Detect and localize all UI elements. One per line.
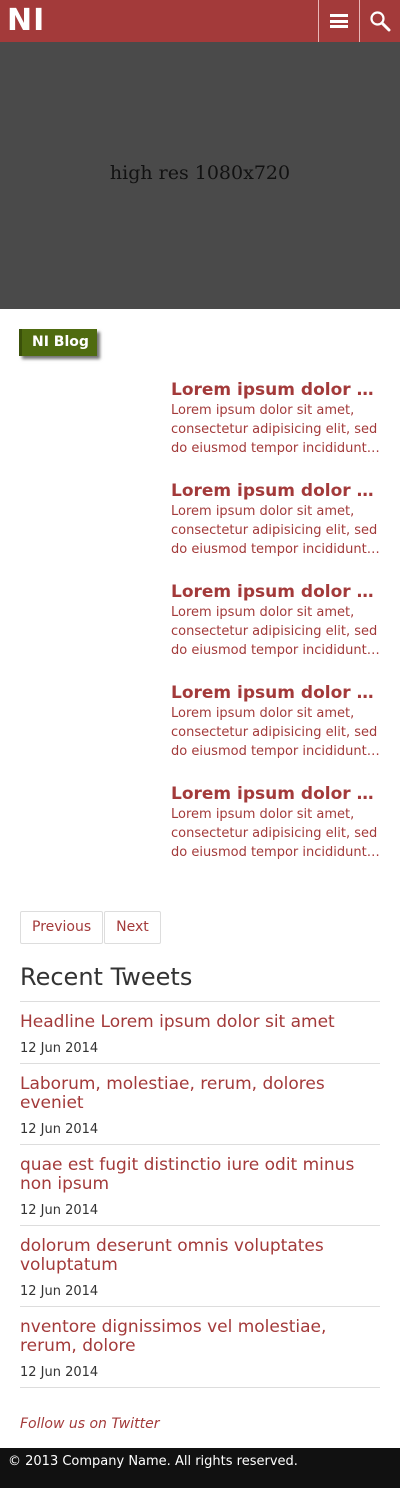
recent-tweets-section: Recent Tweets Headline Lorem ipsum dolor… (0, 963, 400, 1432)
post-excerpt: Lorem ipsum dolor sit amet, consectetur … (171, 706, 382, 759)
tweet-link[interactable]: Laborum, molestiae, rerum, dolores eveni… (20, 1075, 380, 1113)
tweet-item: Headline Lorem ipsum dolor sit amet 12 J… (20, 1002, 380, 1064)
post-title[interactable]: Lorem ipsum dolor sit amet (171, 379, 382, 401)
recent-tweets-heading: Recent Tweets (20, 963, 380, 1002)
menu-button[interactable] (318, 0, 359, 42)
hero-placeholder-text: high res 1080x720 (109, 161, 291, 184)
tweet-link[interactable]: quae est fugit distinctio iure odit minu… (20, 1156, 380, 1194)
tweet-date: 12 Jun 2014 (20, 1203, 99, 1218)
pagination: Previous Next (20, 911, 400, 944)
post-title[interactable]: Lorem ipsum dolor sit amet (171, 783, 382, 805)
tweet-item: Laborum, molestiae, rerum, dolores eveni… (20, 1064, 380, 1145)
site-logo[interactable]: NI (0, 0, 45, 42)
tweet-date: 12 Jun 2014 (20, 1284, 99, 1299)
post-excerpt: Lorem ipsum dolor sit amet, consectetur … (171, 403, 382, 456)
post-item[interactable]: Lorem ipsum dolor sit amet Lorem ipsum d… (171, 379, 382, 480)
post-item[interactable]: Lorem ipsum dolor sit amet Lorem ipsum d… (171, 682, 382, 783)
post-excerpt: Lorem ipsum dolor sit amet, consectetur … (171, 504, 382, 557)
post-list: Lorem ipsum dolor sit amet Lorem ipsum d… (0, 379, 400, 884)
tweet-item: nventore dignissimos vel molestiae, reru… (20, 1307, 380, 1388)
post-excerpt: Lorem ipsum dolor sit amet, consectetur … (171, 807, 382, 860)
copyright-text: © 2013 Company Name. All rights reserved… (8, 1454, 298, 1469)
search-icon (370, 11, 391, 32)
page-footer: © 2013 Company Name. All rights reserved… (0, 1448, 400, 1488)
post-title[interactable]: Lorem ipsum dolor sit amet (171, 480, 382, 502)
tweet-date: 12 Jun 2014 (20, 1365, 99, 1380)
tweet-link[interactable]: Headline Lorem ipsum dolor sit amet (20, 1013, 380, 1032)
post-title[interactable]: Lorem ipsum dolor sit amet (171, 581, 382, 603)
hamburger-menu-icon (330, 14, 348, 28)
post-excerpt: Lorem ipsum dolor sit amet, consectetur … (171, 605, 382, 658)
previous-button[interactable]: Previous (20, 911, 104, 944)
post-item[interactable]: Lorem ipsum dolor sit amet Lorem ipsum d… (171, 783, 382, 884)
tweet-item: quae est fugit distinctio iure odit minu… (20, 1145, 380, 1226)
tweet-item: dolorum deserunt omnis voluptates volupt… (20, 1226, 380, 1307)
tweet-link[interactable]: nventore dignissimos vel molestiae, reru… (20, 1318, 380, 1356)
next-button[interactable]: Next (104, 911, 161, 944)
blog-tag: NI Blog (19, 329, 97, 356)
search-button[interactable] (359, 0, 400, 42)
post-title[interactable]: Lorem ipsum dolor sit amet (171, 682, 382, 704)
tweet-link[interactable]: dolorum deserunt omnis voluptates volupt… (20, 1237, 380, 1275)
post-item[interactable]: Lorem ipsum dolor sit amet Lorem ipsum d… (171, 480, 382, 581)
tweet-date: 12 Jun 2014 (20, 1041, 99, 1056)
post-item[interactable]: Lorem ipsum dolor sit amet Lorem ipsum d… (171, 581, 382, 682)
top-header: NI (0, 0, 400, 42)
tweet-date: 12 Jun 2014 (20, 1122, 99, 1137)
hero-image: high res 1080x720 (0, 42, 400, 309)
blog-tag-container: NI Blog (0, 309, 400, 379)
follow-twitter-link[interactable]: Follow us on Twitter (20, 1416, 159, 1432)
